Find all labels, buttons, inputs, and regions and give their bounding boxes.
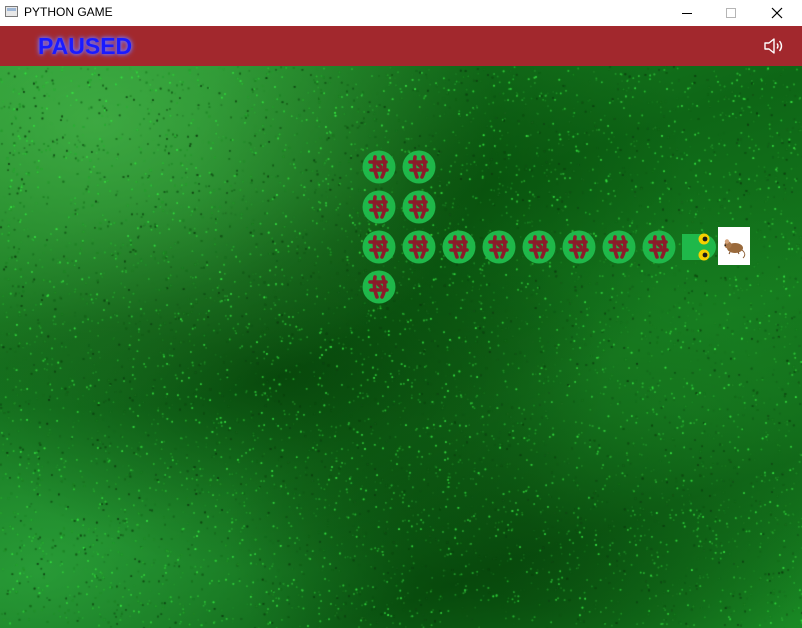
snake-head	[682, 230, 716, 264]
maximize-icon	[726, 8, 736, 18]
minimize-icon	[682, 13, 692, 14]
close-icon	[771, 7, 783, 19]
snake-body-segment	[442, 230, 476, 264]
snake-body-segment	[362, 190, 396, 224]
snake-body-segment	[402, 230, 436, 264]
snake-body-segment	[522, 230, 556, 264]
window-title: PYTHON GAME	[24, 5, 113, 19]
snake-body-segment	[642, 230, 676, 264]
speaker-icon[interactable]	[763, 36, 787, 56]
game-header-bar: PAUSED	[0, 26, 802, 66]
snake-body-segment	[362, 270, 396, 304]
minimize-button[interactable]	[664, 0, 710, 26]
snake-body-segment	[402, 190, 436, 224]
close-button[interactable]	[754, 0, 800, 26]
snake-body-segment	[562, 230, 596, 264]
snake-body-segment	[362, 150, 396, 184]
game-field[interactable]	[0, 66, 802, 628]
game-status-text: PAUSED	[38, 33, 133, 59]
maximize-button[interactable]	[708, 0, 754, 26]
snake-body-segment	[482, 230, 516, 264]
snake-body-segment	[402, 150, 436, 184]
app-window-icon[interactable]	[5, 6, 18, 17]
grass-background	[0, 66, 802, 628]
mouse-food-icon	[718, 227, 750, 265]
window-titlebar: PYTHON GAME	[0, 0, 802, 26]
snake-body-segment	[362, 230, 396, 264]
snake-body-segment	[602, 230, 636, 264]
